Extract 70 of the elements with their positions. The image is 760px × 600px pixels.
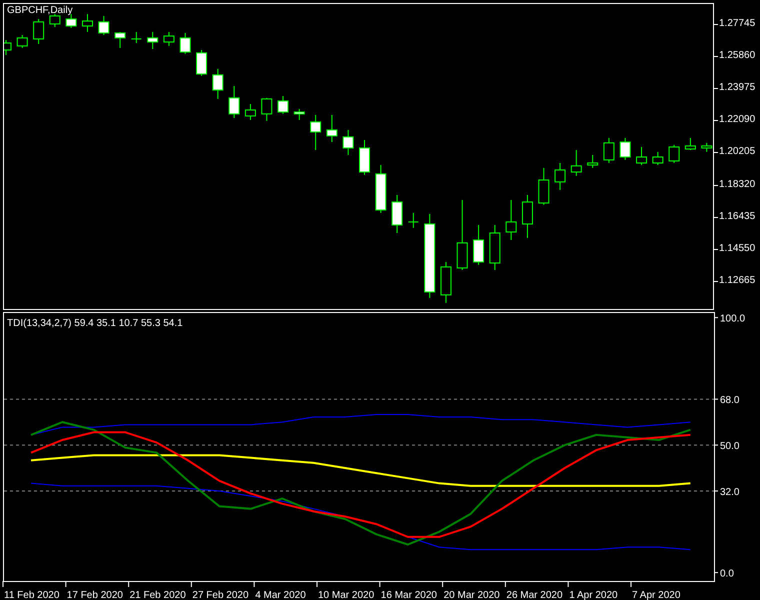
candle (326, 114, 338, 143)
candle (244, 104, 256, 121)
y-axis-label: 0.0 (720, 568, 734, 580)
price-label: 1.18320 (714, 178, 756, 191)
candle (130, 31, 142, 44)
date-label: 21 Feb 2020 (130, 590, 186, 600)
candle (196, 50, 208, 76)
date-label: 11 Feb 2020 (4, 590, 60, 600)
candle (668, 144, 680, 164)
candle (98, 15, 110, 36)
candle (489, 224, 500, 270)
candle (359, 139, 370, 176)
candle (147, 31, 158, 50)
candle (522, 194, 533, 238)
candle (620, 137, 631, 160)
y-axis-label: 100.0 (720, 314, 746, 325)
candle (66, 14, 77, 29)
candle (652, 151, 664, 166)
candle (342, 129, 354, 156)
candle (16, 34, 28, 48)
price-label: 1.14550 (714, 242, 756, 255)
candle (228, 85, 240, 118)
candle (180, 32, 191, 54)
candle (636, 146, 648, 166)
candle (49, 14, 60, 28)
candle (473, 224, 484, 266)
candle (114, 31, 126, 48)
candle (603, 137, 614, 164)
candle (408, 212, 419, 228)
date-label: 17 Feb 2020 (66, 590, 123, 600)
price-label: 1.22090 (714, 114, 756, 126)
price-label: 1.12665 (714, 274, 756, 287)
y-axis-label: 68.0 (720, 395, 740, 406)
date-label: 10 Mar 2020 (318, 590, 374, 600)
candle (261, 97, 272, 122)
candle (392, 194, 403, 234)
candle (506, 199, 517, 240)
candle (570, 150, 582, 176)
candle (294, 108, 305, 121)
candle (554, 162, 566, 190)
candle (701, 142, 712, 152)
price-label: 1.16435 (714, 210, 756, 223)
y-axis-label: 32.0 (720, 486, 740, 498)
candle (278, 96, 289, 114)
price-label: 1.23975 (714, 82, 756, 94)
candle (163, 31, 174, 46)
date-label: 1 Apr 2020 (569, 590, 618, 600)
date-label: 27 Feb 2020 (192, 590, 249, 600)
date-label: 16 Mar 2020 (380, 590, 437, 600)
chart-title: GBPCHF,Daily (7, 5, 73, 16)
candle (440, 261, 452, 304)
date-label: 7 Apr 2020 (632, 590, 680, 600)
candle (587, 154, 598, 168)
indicator-legend: TDI(13,34,2,7) 59.4 35.1 10.7 55.3 54.1 (7, 318, 183, 329)
price-label: 1.27745 (714, 18, 756, 30)
date-label: 26 Mar 2020 (506, 590, 563, 600)
candle (33, 18, 44, 45)
candle (538, 167, 550, 206)
candle (375, 164, 386, 214)
candle (212, 68, 224, 100)
candle (684, 137, 696, 151)
candle (82, 14, 93, 32)
y-axis-label: 50.0 (720, 441, 740, 452)
candle (456, 199, 468, 270)
price-label: 1.25860 (714, 50, 756, 62)
date-label: 20 Mar 2020 (444, 590, 500, 600)
date-label: 4 Mar 2020 (255, 590, 306, 600)
candle (310, 114, 322, 151)
price-label: 1.20205 (714, 146, 756, 158)
candle (4, 39, 12, 56)
